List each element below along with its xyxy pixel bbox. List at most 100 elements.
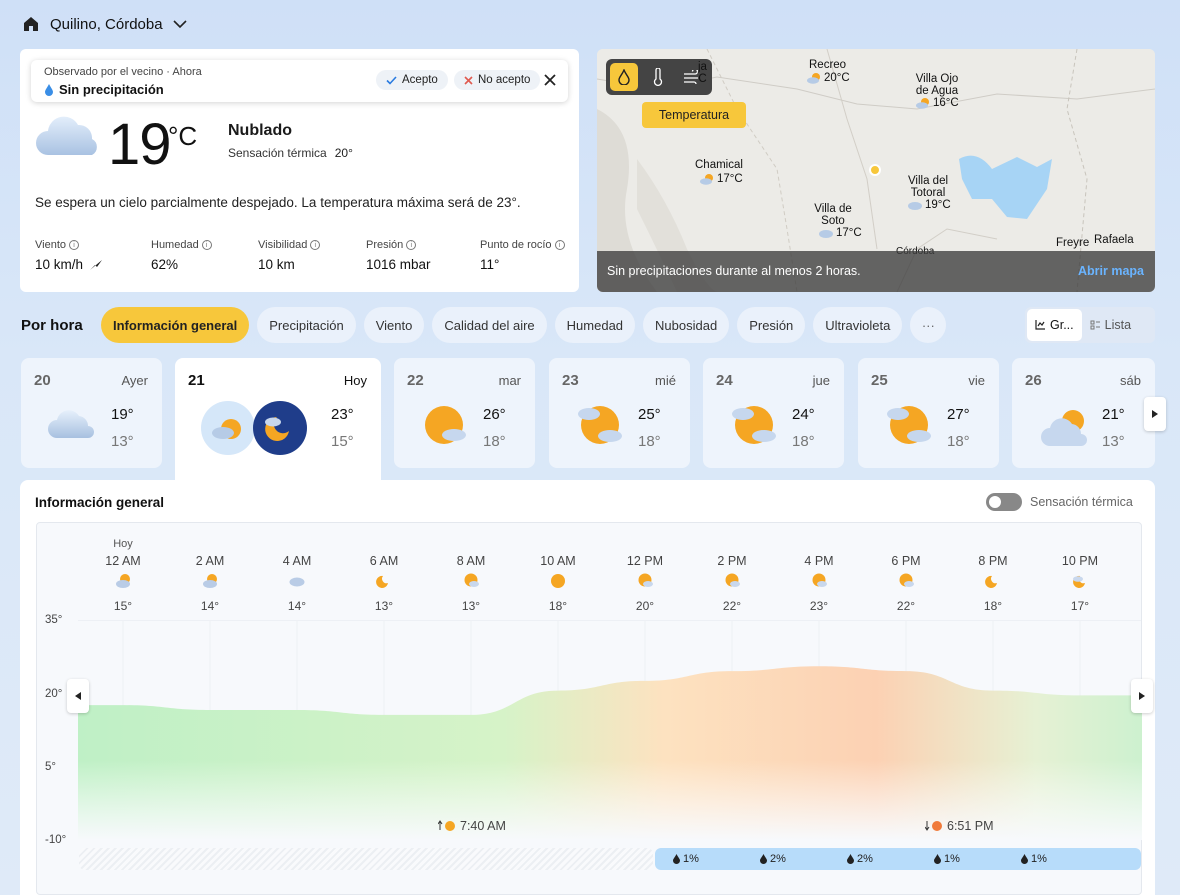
wind-direction-icon: [90, 259, 103, 270]
feels-like-toggle[interactable]: Sensación térmica: [986, 493, 1133, 511]
precip-item: 1%: [673, 853, 699, 865]
tab-humidity[interactable]: Humedad: [554, 307, 636, 343]
hour-temperature: 22°: [722, 599, 742, 613]
neighbor-observation-banner: Observado por el vecino · Ahora Sin prec…: [31, 60, 568, 102]
temperature-layer-button[interactable]: [644, 63, 672, 91]
map-place-recreo: Recreo: [809, 59, 847, 71]
day-card[interactable]: 25 vie 27° 18°: [858, 358, 999, 468]
metric-visibility[interactable]: Visibilidad i 10 km: [258, 239, 321, 272]
raindrop-icon: [673, 854, 680, 864]
precip-value: 1%: [683, 853, 699, 865]
chart-next-button[interactable]: [1131, 679, 1153, 713]
hour-temperature: 13°: [461, 599, 481, 613]
day-card-today[interactable]: 21 Hoy 23° 15°: [175, 358, 381, 480]
panel-title: Información general: [35, 495, 165, 510]
sunrise-marker: 7:40 AM: [438, 819, 506, 833]
hour-label: 12 PM: [626, 554, 664, 568]
raindrop-outline-icon: [618, 69, 630, 85]
tab-wind[interactable]: Viento: [363, 307, 425, 343]
day-card[interactable]: 22 mar 26° 18°: [394, 358, 535, 468]
hourly-tabs: Información general Precipitación Viento…: [101, 307, 947, 343]
sun-cloud-icon: [916, 98, 929, 109]
close-icon[interactable]: [541, 71, 559, 89]
map-temp-recreo: 20°C: [806, 72, 850, 84]
info-icon[interactable]: i: [69, 240, 79, 250]
hour-temperature: 22°: [896, 599, 916, 613]
hour-temperature: 15°: [113, 599, 133, 613]
chart-frame: 35° 20° 5° -10° Hoy 12 AM 15° 2 AM 14° 4 AM 14…: [36, 522, 1153, 895]
day-card[interactable]: 24 jue 24° 18°: [703, 358, 844, 468]
sun-cloud-icon: [807, 73, 820, 84]
tab-air-quality[interactable]: Calidad del aire: [432, 307, 547, 343]
tab-general[interactable]: Información general: [101, 307, 250, 343]
location-bar[interactable]: Quilino, Córdoba: [22, 12, 187, 36]
list-icon: [1090, 320, 1100, 330]
home-icon[interactable]: [22, 15, 40, 33]
hour-temperature: 14°: [200, 599, 220, 613]
observation-status-text: Sin precipitación: [59, 82, 164, 97]
hour-label: 2 PM: [717, 554, 747, 568]
hour-temperature: 17°: [1070, 599, 1090, 613]
temperature-unit[interactable]: °C: [168, 121, 197, 152]
precipitation-layer-button[interactable]: [610, 63, 638, 91]
map-layer-toggle[interactable]: [606, 59, 712, 95]
graph-view-button[interactable]: Gr...: [1027, 309, 1082, 341]
map-place-freyre: Freyre: [1056, 237, 1090, 249]
chart-prev-button[interactable]: [67, 679, 89, 713]
info-icon[interactable]: i: [310, 240, 321, 250]
accept-button[interactable]: Acepto: [376, 70, 448, 90]
precip-item: 1%: [934, 853, 960, 865]
toggle-label: Sensación térmica: [1030, 495, 1133, 509]
hour-temperature: 14°: [287, 599, 307, 613]
tab-uv[interactable]: Ultravioleta: [813, 307, 903, 343]
precip-value: 1%: [944, 853, 960, 865]
toggle-switch[interactable]: [986, 493, 1022, 511]
today-label: Hoy: [113, 538, 133, 550]
metric-wind[interactable]: Viento i 10 km/h: [35, 239, 103, 272]
moon-cloud-icon: [1073, 575, 1085, 588]
sunset-icon: [925, 821, 942, 831]
moon-icon: [985, 575, 997, 588]
cloud-sun-icon: [1041, 410, 1087, 446]
tab-precipitation[interactable]: Precipitación: [257, 307, 356, 343]
hour-label: 10 AM: [540, 554, 576, 568]
sun-clouds-icon: [578, 406, 622, 444]
feels-like-value: 20°: [334, 146, 353, 160]
metric-value: 1016 mbar: [366, 257, 431, 272]
partly-cloudy-night-icon: [253, 401, 307, 455]
metric-dew-point[interactable]: Punto de rocío i 11°: [480, 239, 565, 272]
day-card[interactable]: 26 sáb 21° 13°: [1012, 358, 1155, 468]
list-view-button[interactable]: Lista: [1082, 309, 1139, 341]
reject-button[interactable]: No acepto: [454, 70, 541, 90]
current-metrics: Viento i 10 km/h Humedad i 62% Visibilidad…: [35, 239, 575, 279]
tab-pressure[interactable]: Presión: [737, 307, 806, 343]
cloud-icon: [819, 230, 833, 238]
day-card[interactable]: 23 mié 25° 18°: [549, 358, 690, 468]
metric-humidity[interactable]: Humedad i 62%: [151, 239, 212, 272]
chevron-down-icon[interactable]: [173, 19, 187, 29]
day-card[interactable]: 20 Ayer 19° 13°: [21, 358, 162, 468]
y-tick-label: 5°: [45, 761, 56, 773]
sunrise-icon: [438, 820, 455, 831]
next-days-button[interactable]: [1144, 397, 1166, 431]
hour-label: 6 PM: [891, 554, 921, 568]
reject-label: No acepto: [478, 74, 531, 86]
info-icon[interactable]: i: [554, 240, 565, 250]
metric-label: Presión: [366, 239, 404, 251]
open-map-link[interactable]: Abrir mapa: [1078, 264, 1144, 278]
metric-pressure[interactable]: Presión i 1016 mbar: [366, 239, 431, 272]
map-footer: Sin precipitaciones durante al menos 2 h…: [597, 251, 1155, 292]
view-switch: Gr... Lista: [1025, 307, 1155, 343]
feels-like: Sensación térmica 20°: [228, 146, 353, 160]
cloud-icon: [908, 202, 922, 210]
metric-value: 10 km/h: [35, 257, 84, 272]
weather-map[interactable]: Temperatura ja C Recreo 20°C Villa Ojo de…: [597, 49, 1155, 292]
tab-cloudiness[interactable]: Nubosidad: [643, 307, 730, 343]
precip-value: 1%: [1031, 853, 1047, 865]
info-icon[interactable]: i: [406, 240, 417, 250]
metric-label: Humedad: [151, 239, 199, 251]
tab-more[interactable]: ···: [910, 307, 947, 343]
location-name[interactable]: Quilino, Córdoba: [50, 16, 163, 33]
info-icon[interactable]: i: [201, 240, 212, 250]
metric-label: Punto de rocío: [480, 239, 552, 251]
